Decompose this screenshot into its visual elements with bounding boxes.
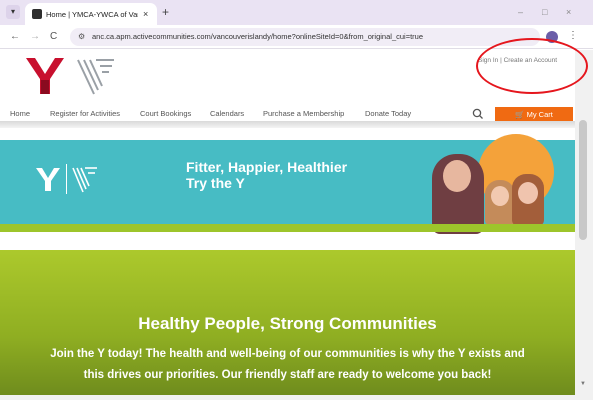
scroll-down-arrow-icon[interactable]: ▼ (580, 380, 586, 388)
hero-photo-child-1-face (491, 186, 509, 206)
nav-home[interactable]: Home (10, 107, 30, 121)
cart-label: My Cart (526, 110, 553, 119)
reload-icon[interactable]: C (50, 30, 57, 44)
browser-tab[interactable]: Home | YMCA-YWCA of Vancou × (25, 3, 157, 25)
scrollbar-thumb[interactable] (579, 120, 587, 240)
search-icon[interactable] (470, 107, 486, 121)
hero-banner[interactable]: Fitter, Happier, Healthier Try the Y (0, 134, 575, 234)
tab-title: Home | YMCA-YWCA of Vancou (46, 10, 138, 19)
cart-icon: 🛒 (515, 110, 525, 119)
ymca-favicon-icon (32, 9, 42, 19)
web-page: Sign In | Create an Account Home Registe… (0, 50, 575, 395)
browser-menu-icon[interactable]: ⋮ (568, 29, 578, 43)
nav-register-for-activities[interactable]: Register for Activities (50, 107, 120, 121)
window-minimize-button[interactable]: – (518, 5, 523, 19)
browser-tab-strip: ▾ Home | YMCA-YWCA of Vancou × + – □ × (0, 0, 593, 25)
hero-photo-woman-face (443, 160, 471, 192)
window-close-button[interactable]: × (566, 5, 571, 19)
forward-arrow-icon[interactable]: → (30, 30, 40, 44)
url-text[interactable]: anc.ca.apm.activecommunities.com/vancouv… (92, 31, 423, 43)
ymca-y-logo-icon[interactable] (26, 54, 64, 96)
vertical-scrollbar[interactable]: ▼ (575, 50, 593, 400)
nav-calendars[interactable]: Calendars (210, 107, 244, 121)
navbar-divider (0, 121, 575, 128)
nav-purchase-a-membership[interactable]: Purchase a Membership (263, 107, 344, 121)
hero-photo-child-2-face (518, 182, 538, 204)
hero-headline: Fitter, Happier, Healthier (186, 159, 348, 175)
window-maximize-button[interactable]: □ (542, 5, 547, 19)
promo-body-line-1: Join the Y today! The health and well-be… (50, 348, 525, 360)
new-tab-button[interactable]: + (162, 4, 169, 20)
promo-heading: Healthy People, Strong Communities (138, 314, 437, 333)
annotation-circle (476, 38, 588, 94)
hero-stripes-logo-icon (72, 167, 97, 193)
hero-bottom-band (0, 224, 575, 232)
hero-subline: Try the Y (186, 175, 245, 191)
address-bar[interactable]: ⚙ anc.ca.apm.activecommunities.com/vanco… (70, 28, 540, 46)
main-navigation: Home Register for Activities Court Booki… (0, 107, 575, 123)
nav-court-bookings[interactable]: Court Bookings (140, 107, 191, 121)
tab-close-icon[interactable]: × (143, 8, 148, 20)
back-arrow-icon[interactable]: ← (10, 30, 20, 44)
horizontal-scrollbar[interactable] (0, 395, 575, 400)
hero-logo-divider (66, 164, 67, 194)
promo-body-line-2: this drives our priorities. Our friendly… (83, 369, 492, 381)
ywca-stripes-logo-icon[interactable] (76, 54, 116, 96)
site-settings-icon[interactable]: ⚙ (78, 31, 85, 43)
tab-search-menu-button[interactable]: ▾ (6, 5, 20, 19)
hero-y-logo-icon (36, 168, 60, 191)
nav-donate-today[interactable]: Donate Today (365, 107, 411, 121)
